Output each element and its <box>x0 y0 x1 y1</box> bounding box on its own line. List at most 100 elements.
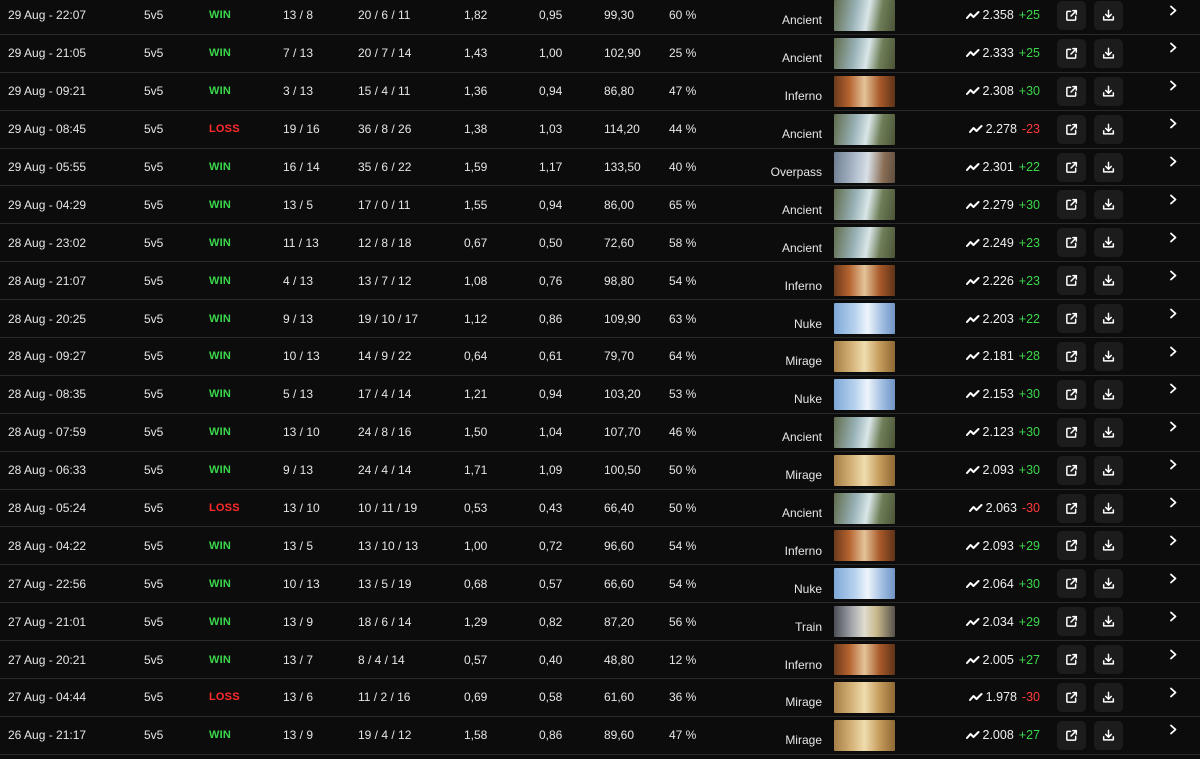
expand-row-button[interactable] <box>1166 420 1180 434</box>
match-row[interactable]: 28 Aug - 07:59 5v5 WIN 13 / 10 24 / 8 / … <box>0 414 1200 452</box>
download-demo-button[interactable] <box>1094 645 1123 675</box>
match-elo: 2.123 +30 <box>940 414 1040 451</box>
elo-delta: +30 <box>1018 84 1040 99</box>
download-demo-button[interactable] <box>1094 0 1123 30</box>
match-headshot-pct: 65 % <box>669 197 697 212</box>
match-row[interactable]: 28 Aug - 21:07 5v5 WIN 4 / 13 13 / 7 / 1… <box>0 262 1200 301</box>
match-kda: 14 / 9 / 22 <box>358 349 412 364</box>
open-match-button[interactable] <box>1057 493 1086 523</box>
expand-row-button[interactable] <box>1166 533 1180 547</box>
match-row[interactable]: 29 Aug - 21:05 5v5 WIN 7 / 13 20 / 7 / 1… <box>0 35 1200 73</box>
expand-row-button[interactable] <box>1166 723 1180 737</box>
open-match-button[interactable] <box>1057 266 1086 296</box>
download-demo-button[interactable] <box>1094 720 1123 750</box>
map-thumbnail-cell <box>834 717 895 754</box>
download-demo-button[interactable] <box>1094 341 1123 371</box>
match-kda: 15 / 4 / 11 <box>358 84 411 99</box>
map-thumbnail <box>834 340 895 372</box>
expand-row-button[interactable] <box>1166 609 1180 623</box>
match-row[interactable]: 29 Aug - 04:29 5v5 WIN 13 / 5 17 / 0 / 1… <box>0 186 1200 225</box>
open-match-button[interactable] <box>1057 0 1086 30</box>
expand-row-button[interactable] <box>1166 117 1180 131</box>
elo-delta: +27 <box>1018 652 1040 667</box>
expand-row-button[interactable] <box>1166 571 1180 585</box>
external-link-icon <box>1066 350 1078 362</box>
open-match-button[interactable] <box>1057 645 1086 675</box>
open-match-button[interactable] <box>1057 417 1086 447</box>
elo-value: 2.278 <box>985 122 1017 137</box>
download-demo-button[interactable] <box>1094 493 1123 523</box>
download-demo-button[interactable] <box>1094 152 1123 182</box>
open-match-button[interactable] <box>1057 607 1086 637</box>
match-adr: 103,20 <box>604 387 641 402</box>
download-demo-button[interactable] <box>1094 379 1123 409</box>
elo-delta: +30 <box>1018 576 1040 591</box>
expand-row-button[interactable] <box>1166 496 1180 510</box>
download-demo-button[interactable] <box>1094 607 1123 637</box>
open-match-button[interactable] <box>1057 682 1086 712</box>
match-row[interactable]: 27 Aug - 21:01 5v5 WIN 13 / 9 18 / 6 / 1… <box>0 603 1200 642</box>
match-row[interactable]: 26 Aug - 21:17 5v5 WIN 13 / 9 19 / 4 / 1… <box>0 717 1200 755</box>
download-demo-button[interactable] <box>1094 228 1123 258</box>
match-row[interactable]: 28 Aug - 20:25 5v5 WIN 9 / 13 19 / 10 / … <box>0 300 1200 339</box>
trend-icon <box>965 238 979 247</box>
download-demo-button[interactable] <box>1094 304 1123 334</box>
expand-row-button[interactable] <box>1166 3 1180 17</box>
external-link-icon <box>1066 237 1078 249</box>
match-row[interactable]: 29 Aug - 22:07 5v5 WIN 13 / 8 20 / 6 / 1… <box>0 0 1200 35</box>
download-demo-button[interactable] <box>1094 114 1123 144</box>
match-row[interactable]: 28 Aug - 05:24 5v5 LOSS 13 / 10 10 / 11 … <box>0 490 1200 528</box>
match-row[interactable]: 28 Aug - 04:22 5v5 WIN 13 / 5 13 / 10 / … <box>0 527 1200 566</box>
download-demo-button[interactable] <box>1094 569 1123 599</box>
expand-row-button[interactable] <box>1166 306 1180 320</box>
match-row[interactable]: 29 Aug - 08:45 5v5 LOSS 19 / 16 36 / 8 /… <box>0 111 1200 149</box>
open-match-button[interactable] <box>1057 304 1086 334</box>
expand-row-button[interactable] <box>1166 647 1180 661</box>
trend-icon <box>965 617 979 626</box>
open-match-button[interactable] <box>1057 569 1086 599</box>
open-match-button[interactable] <box>1057 76 1086 106</box>
match-date: 28 Aug - 23:02 <box>8 235 87 250</box>
match-row[interactable]: 27 Aug - 22:56 5v5 WIN 10 / 13 13 / 5 / … <box>0 565 1200 604</box>
match-row[interactable]: 27 Aug - 04:44 5v5 LOSS 13 / 6 11 / 2 / … <box>0 679 1200 717</box>
match-row[interactable]: 29 Aug - 09:21 5v5 WIN 3 / 13 15 / 4 / 1… <box>0 73 1200 111</box>
map-thumbnail-cell <box>834 414 895 451</box>
expand-row-button[interactable] <box>1166 41 1180 55</box>
download-demo-button[interactable] <box>1094 266 1123 296</box>
open-match-button[interactable] <box>1057 38 1086 68</box>
open-match-button[interactable] <box>1057 190 1086 220</box>
open-match-button[interactable] <box>1057 341 1086 371</box>
expand-row-button[interactable] <box>1166 685 1180 699</box>
download-demo-button[interactable] <box>1094 38 1123 68</box>
match-adr: 48,80 <box>604 652 635 667</box>
open-match-button[interactable] <box>1057 531 1086 561</box>
open-match-button[interactable] <box>1057 720 1086 750</box>
expand-row-button[interactable] <box>1166 155 1180 169</box>
download-demo-button[interactable] <box>1094 455 1123 485</box>
open-match-button[interactable] <box>1057 455 1086 485</box>
match-row[interactable]: 28 Aug - 08:35 5v5 WIN 5 / 13 17 / 4 / 1… <box>0 376 1200 414</box>
expand-row-button[interactable] <box>1166 192 1180 206</box>
expand-row-button[interactable] <box>1166 344 1180 358</box>
match-row[interactable]: 28 Aug - 09:27 5v5 WIN 10 / 13 14 / 9 / … <box>0 338 1200 376</box>
download-demo-button[interactable] <box>1094 531 1123 561</box>
open-match-button[interactable] <box>1057 379 1086 409</box>
match-row[interactable]: 29 Aug - 05:55 5v5 WIN 16 / 14 35 / 6 / … <box>0 149 1200 187</box>
download-demo-button[interactable] <box>1094 417 1123 447</box>
expand-row-button[interactable] <box>1166 268 1180 282</box>
match-kr-ratio: 1,00 <box>539 46 563 61</box>
open-match-button[interactable] <box>1057 152 1086 182</box>
match-row[interactable]: 27 Aug - 20:21 5v5 WIN 13 / 7 8 / 4 / 14… <box>0 641 1200 680</box>
match-result: WIN <box>209 426 231 439</box>
download-demo-button[interactable] <box>1094 76 1123 106</box>
expand-row-button[interactable] <box>1166 382 1180 396</box>
match-row[interactable]: 28 Aug - 06:33 5v5 WIN 9 / 13 24 / 4 / 1… <box>0 452 1200 490</box>
open-match-button[interactable] <box>1057 228 1086 258</box>
expand-row-button[interactable] <box>1166 79 1180 93</box>
download-demo-button[interactable] <box>1094 190 1123 220</box>
expand-row-button[interactable] <box>1166 230 1180 244</box>
open-match-button[interactable] <box>1057 114 1086 144</box>
expand-row-button[interactable] <box>1166 458 1180 472</box>
download-demo-button[interactable] <box>1094 682 1123 712</box>
match-row[interactable]: 28 Aug - 23:02 5v5 WIN 11 / 13 12 / 8 / … <box>0 224 1200 263</box>
